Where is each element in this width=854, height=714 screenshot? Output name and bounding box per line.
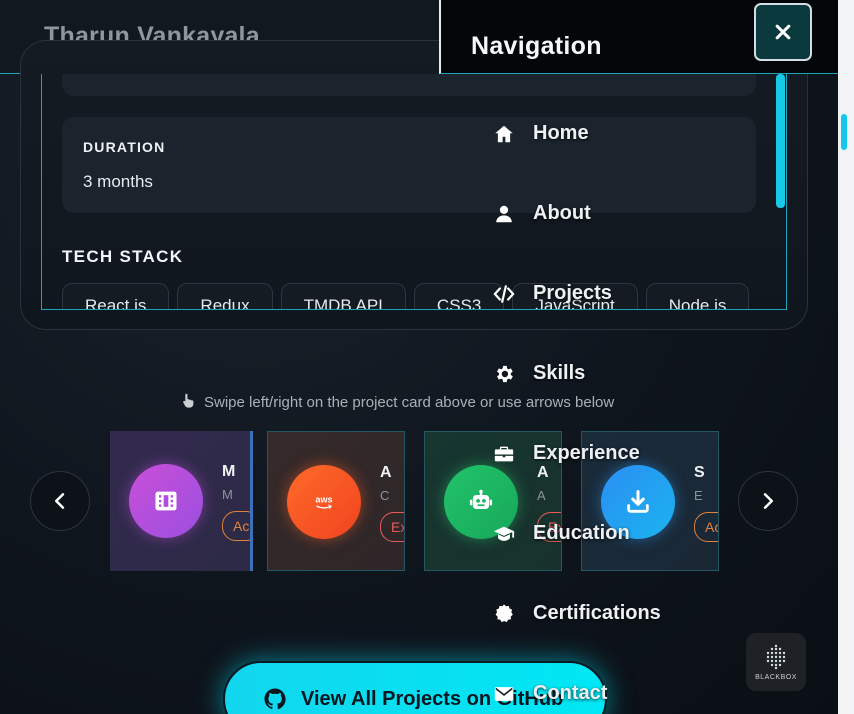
chevron-left-icon bbox=[55, 493, 65, 509]
nav-item-skills[interactable]: Skills bbox=[491, 361, 585, 386]
nav-item-certifications[interactable]: Certifications bbox=[491, 601, 661, 626]
swipe-hint: Swipe left/right on the project card abo… bbox=[180, 392, 614, 413]
duration-box: DURATION 3 months bbox=[62, 117, 756, 213]
code-icon bbox=[491, 281, 516, 306]
project-subtitle: A bbox=[537, 488, 546, 503]
project-title: M bbox=[222, 463, 236, 480]
project-subtitle: C bbox=[380, 488, 390, 503]
navigation-title: Navigation bbox=[471, 32, 602, 60]
project-thumbnail-card[interactable]: M M Ac bbox=[110, 431, 253, 571]
status-badge: Ac bbox=[694, 512, 718, 542]
status-badge: Ex bbox=[380, 512, 404, 542]
nav-item-label: Home bbox=[533, 122, 589, 144]
nav-item-label: Certifications bbox=[533, 602, 661, 624]
chevron-right-icon bbox=[763, 493, 773, 509]
tech-stack-list: React.js Redux TMDB API CSS3 JavaScript … bbox=[62, 283, 750, 309]
project-title: A bbox=[380, 464, 392, 481]
nav-item-home[interactable]: Home bbox=[491, 121, 589, 146]
swipe-hint-text: Swipe left/right on the project card abo… bbox=[204, 394, 615, 411]
next-arrow-button[interactable] bbox=[738, 471, 798, 531]
graduation-cap-icon bbox=[491, 521, 516, 546]
page-scrollbar[interactable] bbox=[838, 0, 854, 714]
nav-item-label: Skills bbox=[533, 362, 586, 384]
duration-value: 3 months bbox=[83, 172, 153, 191]
page-scrollbar-thumb[interactable] bbox=[841, 114, 847, 150]
close-navigation-button[interactable] bbox=[754, 3, 812, 61]
film-icon bbox=[129, 464, 203, 538]
certificate-icon bbox=[491, 601, 516, 626]
nav-item-label: Projects bbox=[533, 282, 612, 304]
project-subtitle: E bbox=[694, 488, 703, 503]
pointer-hand-icon bbox=[180, 392, 197, 413]
home-icon bbox=[491, 121, 516, 146]
tech-chip: Redux bbox=[177, 283, 273, 309]
status-badge: Ac bbox=[222, 511, 250, 541]
user-icon bbox=[491, 201, 516, 226]
nav-item-label: Contact bbox=[533, 682, 608, 704]
project-title: A bbox=[537, 464, 549, 481]
aws-icon: aws bbox=[287, 465, 361, 539]
nav-item-projects[interactable]: Projects bbox=[491, 281, 612, 306]
tech-stack-title: TECH STACK bbox=[62, 247, 184, 266]
duration-label: DURATION bbox=[83, 139, 166, 155]
nav-item-label: Experience bbox=[533, 442, 640, 464]
nav-item-experience[interactable]: Experience bbox=[491, 441, 640, 466]
tech-chip: React.js bbox=[62, 283, 170, 309]
nav-item-label: Education bbox=[533, 522, 630, 544]
tech-chip: Node.js bbox=[645, 283, 750, 309]
card-scrollbar[interactable] bbox=[776, 74, 785, 208]
tech-chip: TMDB API bbox=[280, 283, 406, 309]
close-icon bbox=[775, 24, 791, 40]
gear-icon bbox=[491, 361, 516, 386]
blackbox-logo-icon bbox=[766, 644, 786, 670]
project-subtitle: M bbox=[222, 487, 233, 502]
nav-item-label: About bbox=[533, 202, 591, 224]
previous-arrow-button[interactable] bbox=[30, 471, 90, 531]
nav-item-about[interactable]: About bbox=[491, 201, 591, 226]
aws-icon-text: aws bbox=[315, 495, 332, 505]
project-title: S bbox=[694, 464, 705, 481]
project-thumbnail-card[interactable]: aws A C Ex bbox=[267, 431, 405, 571]
briefcase-icon bbox=[491, 441, 516, 466]
blackbox-label: BLACKBOX bbox=[755, 674, 797, 681]
nav-item-education[interactable]: Education bbox=[491, 521, 630, 546]
github-icon bbox=[264, 688, 286, 710]
info-box-previous bbox=[62, 74, 756, 96]
blackbox-widget-button[interactable]: BLACKBOX bbox=[746, 633, 806, 691]
nav-item-contact[interactable]: Contact bbox=[491, 681, 607, 706]
envelope-icon bbox=[491, 681, 516, 706]
project-details-panel: DURATION 3 months TECH STACK React.js Re… bbox=[41, 74, 787, 310]
